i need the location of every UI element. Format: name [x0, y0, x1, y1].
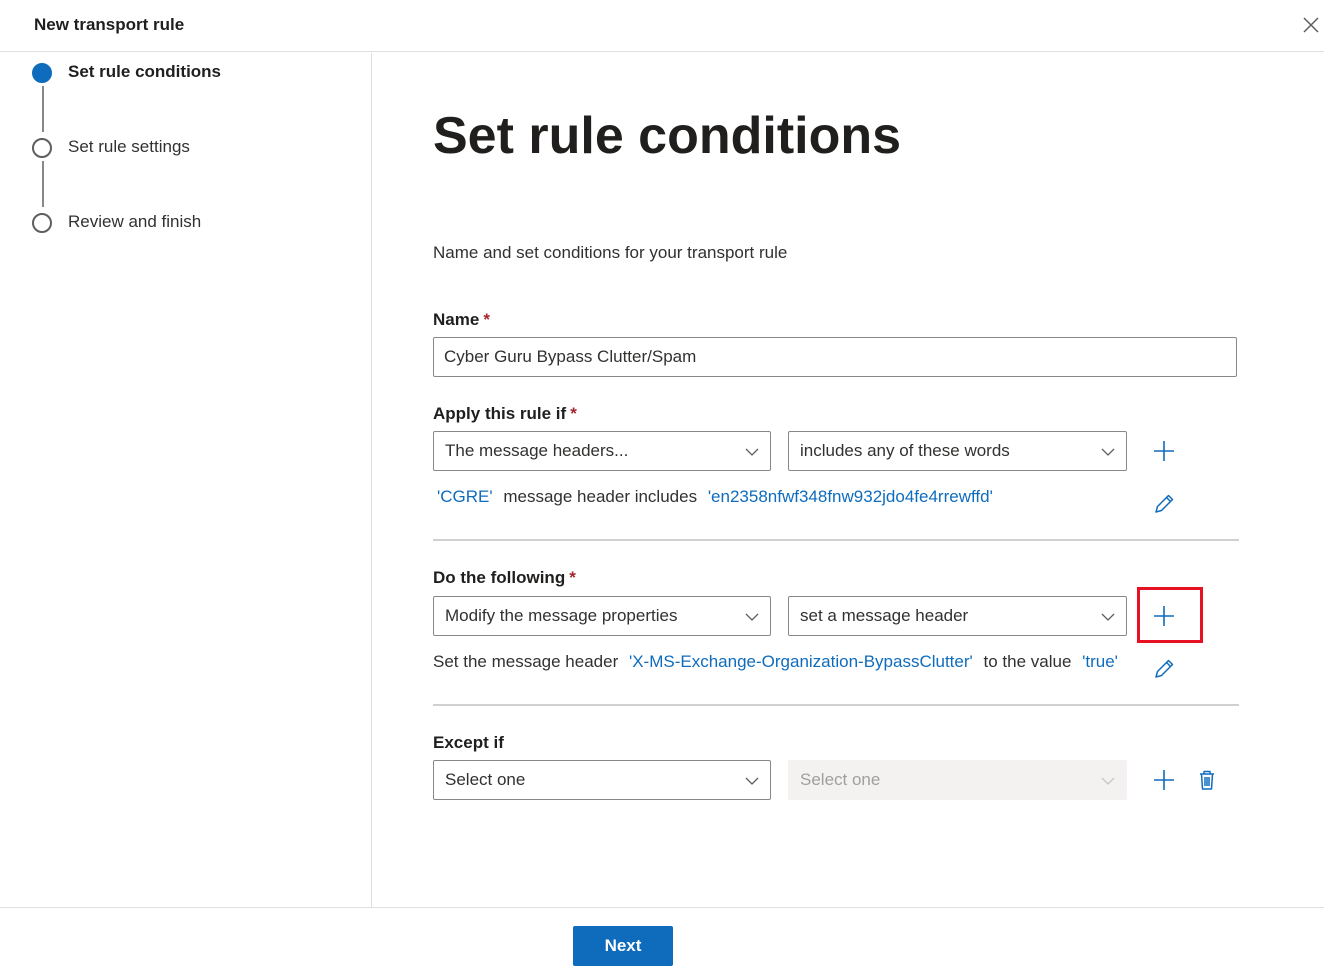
section-divider [433, 704, 1239, 706]
dropdown-value: The message headers... [445, 441, 629, 460]
header-name-link[interactable]: 'X-MS-Exchange-Organization-BypassClutte… [629, 652, 973, 671]
dropdown-value: Modify the message properties [445, 606, 678, 625]
step-active-dot-icon [32, 63, 52, 83]
header-value-link[interactable]: 'true' [1082, 652, 1118, 671]
chevron-down-icon [1101, 613, 1115, 621]
edit-pencil-icon[interactable] [1150, 655, 1178, 683]
action-dropdown[interactable]: Modify the message properties [433, 596, 771, 636]
apply-if-operator-dropdown[interactable]: includes any of these words [788, 431, 1127, 471]
step-connector [42, 86, 44, 132]
page-description: Name and set conditions for your transpo… [433, 243, 788, 262]
step-connector [42, 161, 44, 207]
wizard-steps: Set rule conditions Set rule settings Re… [0, 53, 372, 907]
dropdown-value: includes any of these words [800, 441, 1010, 460]
except-if-label: Except if [433, 733, 504, 752]
step-pending-dot-icon [32, 138, 52, 158]
add-condition-icon[interactable] [1150, 437, 1178, 465]
dropdown-value: Select one [445, 770, 526, 789]
required-marker: * [483, 310, 490, 329]
chevron-down-icon [745, 613, 759, 621]
sub-action-dropdown[interactable]: set a message header [788, 596, 1127, 636]
panel-title: New transport rule [34, 15, 185, 34]
required-marker: * [570, 404, 577, 423]
required-marker: * [569, 568, 576, 587]
edit-pencil-icon[interactable] [1150, 490, 1178, 518]
except-if-operator-dropdown: Select one [788, 760, 1127, 800]
apply-if-condition-dropdown[interactable]: The message headers... [433, 431, 771, 471]
dropdown-value: set a message header [800, 606, 969, 625]
summary-text: message header includes [503, 487, 698, 506]
step-label: Review and finish [68, 212, 202, 231]
step-label: Set rule conditions [68, 62, 222, 81]
close-icon[interactable] [1299, 13, 1323, 37]
name-label: Name * [433, 310, 490, 330]
chevron-down-icon [1101, 777, 1115, 785]
next-button[interactable]: Next [573, 926, 673, 966]
apply-if-label: Apply this rule if * [433, 404, 577, 424]
panel-footer: Next [0, 907, 1324, 973]
page-title: Set rule conditions [433, 107, 902, 165]
dropdown-value: Select one [800, 770, 881, 789]
section-divider [433, 539, 1239, 541]
action-summary: Set the message header 'X-MS-Exchange-Or… [433, 652, 1118, 672]
apply-if-label-text: Apply this rule if [433, 404, 567, 423]
step-label: Set rule settings [68, 137, 190, 156]
step-pending-dot-icon [32, 213, 52, 233]
apply-if-summary: 'CGRE' message header includes 'en2358nf… [433, 487, 993, 507]
chevron-down-icon [1101, 448, 1115, 456]
do-following-label: Do the following * [433, 568, 576, 588]
chevron-down-icon [745, 777, 759, 785]
chevron-down-icon [745, 448, 759, 456]
summary-middle: to the value [983, 652, 1072, 671]
panel-header: New transport rule [0, 0, 1324, 52]
rule-name-input[interactable] [433, 337, 1237, 377]
delete-trash-icon[interactable] [1193, 766, 1221, 794]
add-exception-icon[interactable] [1150, 766, 1178, 794]
do-following-label-text: Do the following [433, 568, 566, 587]
header-words-link[interactable]: 'en2358nfwf348fnw932jdo4fe4rrewffd' [708, 487, 993, 506]
except-if-condition-dropdown[interactable]: Select one [433, 760, 771, 800]
header-name-link[interactable]: 'CGRE' [437, 487, 493, 506]
name-label-text: Name [433, 310, 480, 329]
add-action-icon[interactable] [1150, 602, 1178, 630]
summary-prefix: Set the message header [433, 652, 619, 671]
